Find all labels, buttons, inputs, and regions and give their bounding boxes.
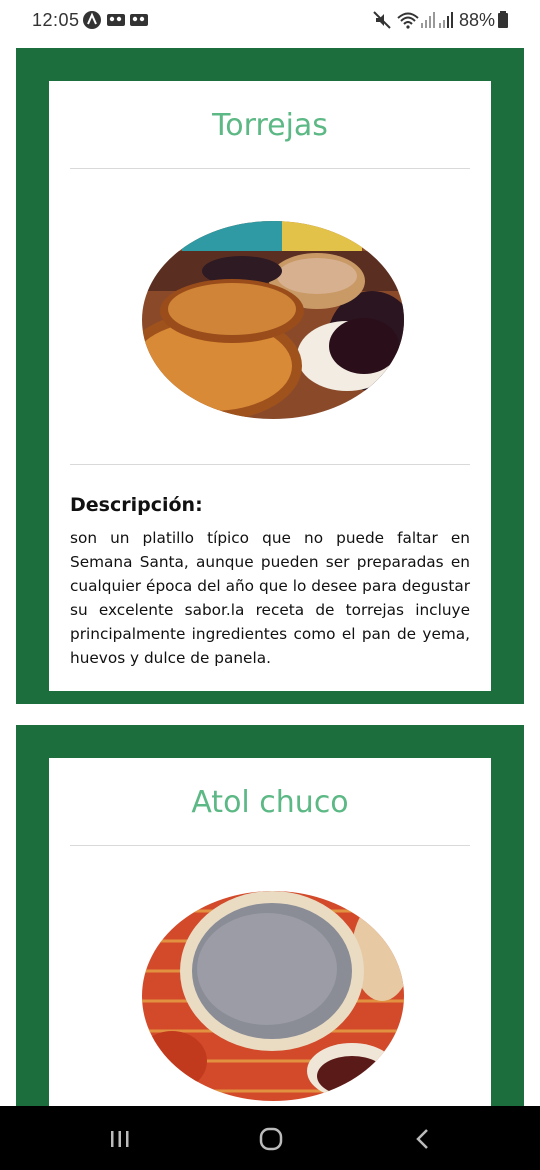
atol-chuco-photo [142,891,404,1101]
description-heading: Descripción: [70,494,203,516]
app-notification-icon [83,11,101,29]
recipe-title: Torrejas [212,108,328,143]
back-icon[interactable] [408,1124,438,1154]
recipe-card-atol-chuco: Atol chuco [16,725,524,1106]
recipe-title: Atol chuco [191,785,349,820]
recipe-card-body: Torrejas Descripción: son un platillo tí… [49,81,491,691]
battery-percent: 88% [459,10,496,30]
signal-icon-2 [439,12,453,28]
title-divider [70,845,470,846]
title-divider [70,168,470,169]
voicemail-icon [107,14,125,26]
status-time: 12:05 [32,10,80,30]
system-navigation-bar [0,1106,540,1170]
signal-icon [421,12,435,28]
status-bar: 12:05 88% [0,0,540,42]
recent-apps-icon[interactable] [105,1124,135,1154]
home-icon[interactable] [256,1124,286,1154]
voicemail-icon-2 [130,14,148,26]
battery-icon [498,11,508,28]
description-text: son un platillo típico que no puede falt… [70,529,470,667]
recipe-card-torrejas: Torrejas Descripción: son un platillo tí… [16,48,524,704]
image-divider [70,464,470,465]
torrejas-photo [142,221,404,419]
wifi-icon [397,12,419,29]
recipe-card-body: Atol chuco [49,758,491,1106]
mute-icon [373,11,391,29]
